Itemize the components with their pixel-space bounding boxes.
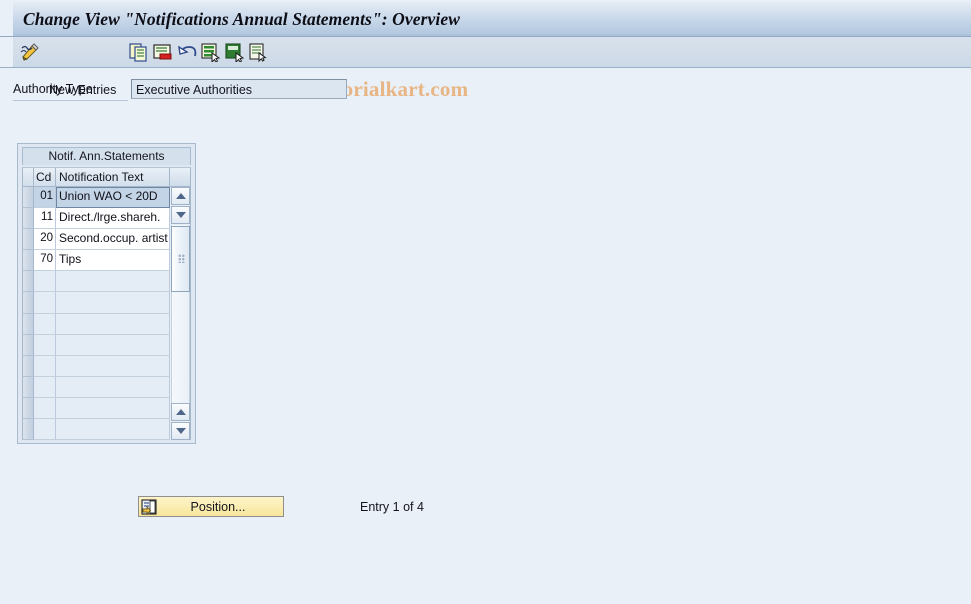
application-toolbar: New Entries www.tutorialkart.com (0, 37, 971, 101)
column-header-cd[interactable]: Cd (34, 167, 56, 187)
triangle-down-icon (175, 428, 186, 434)
authority-type-label-underline (13, 100, 128, 101)
scrollbar-thumb[interactable] (171, 226, 190, 292)
triangle-up-icon (175, 193, 186, 199)
copy-icon[interactable] (129, 40, 149, 65)
cell-notification-text[interactable] (56, 376, 170, 398)
new-entries-pencil-icon[interactable] (20, 40, 42, 65)
table-rows-area: 01 Union WAO < 20D 11 Direct./lrge.shareh. 2… (22, 187, 170, 440)
cell-cd[interactable]: 20 (34, 229, 56, 251)
position-button[interactable]: Position... (138, 496, 284, 517)
table-row[interactable] (22, 271, 170, 293)
details-icon[interactable] (249, 40, 269, 65)
row-select-cell[interactable] (22, 334, 34, 356)
scroll-down-button-bottom[interactable] (171, 422, 190, 440)
table-header-row: Cd Notification Text (22, 167, 191, 187)
row-select-cell[interactable] (22, 355, 34, 377)
table-row[interactable] (22, 376, 170, 398)
authority-type-field[interactable]: Executive Authorities (131, 79, 347, 99)
cell-notification-text[interactable]: Tips (56, 250, 170, 272)
cell-cd[interactable]: 01 (34, 187, 56, 209)
row-select-cell[interactable] (22, 271, 34, 293)
row-select-cell[interactable] (22, 208, 34, 230)
table-row[interactable]: 11 Direct./lrge.shareh. (22, 208, 170, 230)
cell-cd[interactable]: 11 (34, 208, 56, 230)
delete-icon[interactable] (153, 40, 173, 65)
cell-cd[interactable] (34, 271, 56, 293)
cell-notification-text[interactable] (56, 271, 170, 293)
cell-notification-text[interactable] (56, 313, 170, 335)
row-select-cell[interactable] (22, 419, 34, 440)
row-select-cell[interactable] (22, 313, 34, 335)
undo-icon[interactable] (177, 40, 199, 65)
cell-notification-text[interactable]: Second.occup. artist (56, 229, 170, 251)
toolbar-left-edge (0, 37, 13, 67)
position-button-label: Position... (190, 499, 246, 514)
table-row[interactable] (22, 313, 170, 335)
triangle-up-icon (175, 409, 186, 415)
column-header-notification-text[interactable]: Notification Text (56, 167, 170, 187)
authority-type-label: Authority Type (13, 82, 93, 96)
cell-notification-text[interactable] (56, 334, 170, 356)
row-select-cell[interactable] (22, 187, 34, 209)
cell-notification-text[interactable]: Direct./lrge.shareh. (56, 208, 170, 230)
cell-cd[interactable] (34, 397, 56, 420)
cell-cd[interactable]: 70 (34, 250, 56, 272)
row-select-cell[interactable] (22, 376, 34, 398)
triangle-down-icon (175, 212, 186, 218)
scroll-up-button-bottom[interactable] (171, 403, 190, 421)
scroll-down-button-top[interactable] (171, 206, 190, 224)
page-title: Change View "Notifications Annual Statem… (23, 9, 461, 29)
table-row[interactable] (22, 292, 170, 314)
table-row[interactable]: 70 Tips (22, 250, 170, 272)
table-corner-button[interactable] (170, 167, 191, 187)
cell-cd[interactable] (34, 292, 56, 314)
cell-notification-text[interactable] (56, 397, 170, 420)
table-caption: Notif. Ann.Statements (22, 147, 191, 165)
table-row[interactable] (22, 397, 170, 420)
row-select-cell[interactable] (22, 292, 34, 314)
column-header-select[interactable] (22, 167, 34, 187)
notifications-table-control: Notif. Ann.Statements Cd Notification Te… (17, 143, 196, 444)
row-select-cell[interactable] (22, 397, 34, 420)
table-row[interactable] (22, 355, 170, 377)
deselect-all-icon[interactable] (225, 40, 245, 65)
entry-status-text: Entry 1 of 4 (360, 500, 424, 514)
cell-cd[interactable] (34, 355, 56, 377)
table-vertical-scrollbar[interactable] (170, 187, 191, 440)
cell-notification-text[interactable] (56, 355, 170, 377)
table-row[interactable] (22, 334, 170, 356)
cell-cd[interactable] (34, 334, 56, 356)
cell-cd[interactable] (34, 419, 56, 440)
title-bar-left-edge (0, 0, 13, 36)
row-select-cell[interactable] (22, 250, 34, 272)
window-title-bar: Change View "Notifications Annual Statem… (0, 0, 971, 37)
position-icon (141, 499, 158, 519)
table-row[interactable]: 20 Second.occup. artist (22, 229, 170, 251)
cell-cd[interactable] (34, 313, 56, 335)
select-all-icon[interactable] (201, 40, 221, 65)
cell-notification-text[interactable] (56, 292, 170, 314)
row-select-cell[interactable] (22, 229, 34, 251)
cell-cd[interactable] (34, 376, 56, 398)
scrollbar-grip-icon (178, 254, 185, 263)
table-row[interactable] (22, 419, 170, 440)
table-row[interactable]: 01 Union WAO < 20D (22, 187, 170, 209)
table-grid: Cd Notification Text 01 Union WAO < 20D 11… (22, 167, 191, 440)
cell-notification-text[interactable] (56, 419, 170, 440)
scroll-up-button-top[interactable] (171, 187, 190, 205)
cell-notification-text[interactable]: Union WAO < 20D (56, 187, 170, 209)
